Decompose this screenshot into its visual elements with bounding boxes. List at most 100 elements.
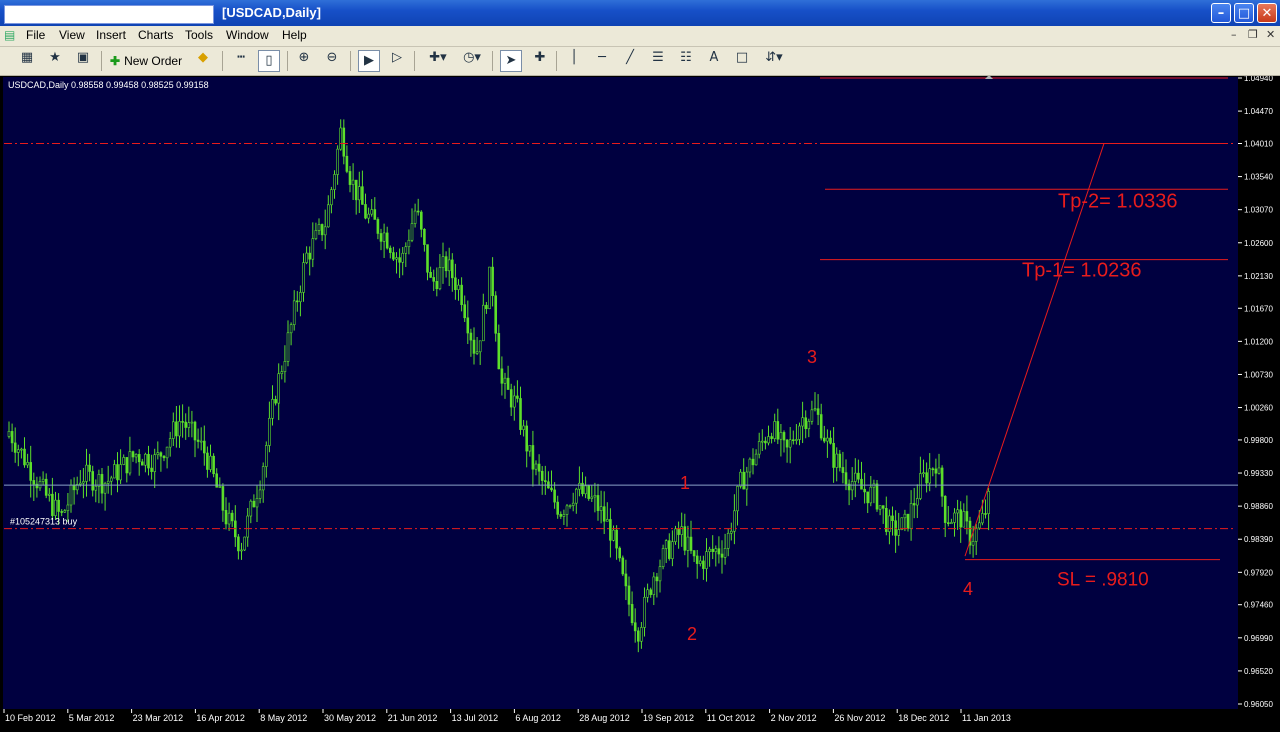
candle-body	[624, 573, 628, 587]
candle-body	[891, 515, 894, 522]
candle-body	[578, 482, 581, 490]
mdi-close-button[interactable]: ✕	[1266, 28, 1275, 41]
autoscroll-icon[interactable]: ▶	[358, 50, 380, 72]
fibonacci-icon[interactable]: ☷	[675, 50, 697, 72]
candle-body	[543, 480, 547, 483]
candle-body	[959, 509, 963, 528]
minimize-window-button[interactable]: –	[1211, 3, 1231, 23]
text-label-icon[interactable]: □	[731, 50, 753, 72]
candle-body	[745, 471, 749, 490]
candle-body	[314, 230, 318, 239]
candle-body	[178, 421, 181, 437]
trendline-icon[interactable]: ╱	[619, 50, 641, 72]
chart-area[interactable]: 0.99158#105247313 buy Tp-2= 1.0336Tp-1= …	[0, 76, 1280, 732]
vertical-line-icon[interactable]: │	[563, 50, 585, 72]
mdi-restore-button[interactable]: ❐	[1248, 28, 1258, 41]
candle-body	[13, 442, 17, 453]
mdi-minimize-button[interactable]: –	[1231, 28, 1237, 41]
candle-body	[754, 453, 758, 466]
candle-body	[110, 477, 113, 482]
price-tick-label: 1.00260	[1244, 404, 1273, 413]
candle-body	[953, 512, 956, 523]
candle-body	[79, 482, 82, 485]
candle-body	[683, 526, 687, 551]
candle-body	[946, 522, 950, 525]
candlestick-chart-icon[interactable]: ▯	[258, 50, 280, 72]
market-watch-icon[interactable]: ▣	[72, 50, 94, 72]
periods-icon[interactable]: ◷▾	[458, 50, 486, 72]
candle-body	[361, 186, 364, 205]
time-tick-label: 11 Oct 2012	[707, 713, 755, 723]
candle-body	[240, 549, 243, 552]
time-tick-label: 10 Feb 2012	[5, 713, 56, 723]
new-order-button[interactable]: ✚ New Order	[110, 50, 182, 72]
arrows-icon[interactable]: ⇵▾	[760, 50, 788, 72]
toolbar-separator	[414, 51, 415, 71]
menu-tools[interactable]: Tools	[185, 28, 213, 42]
candle-body	[717, 548, 721, 555]
candle-body	[835, 453, 839, 468]
candle-body	[308, 252, 312, 260]
bar-chart-icon[interactable]: ┅	[230, 50, 252, 72]
tp1-label: Tp-1= 1.0236	[1022, 260, 1142, 282]
horizontal-line-icon[interactable]: ─	[591, 50, 613, 72]
text-icon[interactable]: A	[703, 50, 725, 72]
chart-shift-icon[interactable]: ▷	[386, 50, 408, 72]
price-chart[interactable]: 0.99158#105247313 buy Tp-2= 1.0336Tp-1= …	[0, 76, 1280, 732]
zoom-out-icon[interactable]: ⊖	[321, 50, 343, 72]
close-window-button[interactable]: ✕	[1257, 3, 1277, 23]
candle-body	[804, 417, 808, 430]
candle-body	[698, 560, 702, 564]
candle-body	[7, 431, 11, 437]
candle-body	[519, 398, 522, 430]
crosshair-icon[interactable]: ✚	[529, 50, 551, 72]
candle-body	[274, 399, 277, 404]
candle-body	[97, 474, 101, 487]
maximize-window-button[interactable]: □	[1234, 3, 1254, 23]
profiles-icon[interactable]: ★	[44, 50, 66, 72]
candle-body	[748, 458, 752, 473]
menu-help[interactable]: Help	[282, 28, 307, 42]
candle-body	[305, 252, 308, 263]
zoom-in-icon[interactable]: ⊕	[293, 50, 315, 72]
candle-body	[816, 408, 820, 415]
candle-body	[884, 508, 888, 532]
chart-window-icon[interactable]: ▤	[4, 28, 15, 42]
candle-body	[795, 439, 798, 441]
candle-body	[311, 238, 315, 260]
candle-body	[339, 127, 343, 150]
candle-body	[677, 528, 680, 535]
candle-body	[534, 463, 538, 470]
candle-body	[51, 493, 54, 516]
candle-body	[326, 204, 330, 228]
candle-body	[398, 257, 401, 263]
candle-body	[915, 498, 919, 506]
menu-insert[interactable]: Insert	[96, 28, 126, 42]
candle-body	[708, 548, 711, 552]
menu-window[interactable]: Window	[226, 28, 269, 42]
indicators-icon[interactable]: ✚▾	[424, 50, 452, 72]
equidistant-channel-icon[interactable]: ☰	[647, 50, 669, 72]
menu-charts[interactable]: Charts	[138, 28, 173, 42]
candle-body	[512, 395, 516, 408]
expert-advisors-icon[interactable]: ◆	[192, 50, 214, 72]
candle-body	[382, 232, 386, 242]
candle-body	[934, 468, 938, 474]
candle-body	[767, 436, 770, 444]
new-chart-icon[interactable]: ▦	[16, 50, 38, 72]
menu-view[interactable]: View	[59, 28, 85, 42]
candle-body	[643, 596, 646, 628]
menu-file[interactable]: File	[26, 28, 45, 42]
candle-body	[562, 514, 566, 517]
candle-body	[940, 467, 944, 497]
wave-label-4: 4	[963, 579, 973, 599]
candle-body	[23, 448, 26, 466]
candle-body	[168, 438, 172, 448]
candle-body	[100, 474, 104, 494]
time-tick-label: 13 Jul 2012	[452, 713, 499, 723]
candle-body	[212, 455, 215, 475]
candle-body	[680, 526, 684, 535]
candle-body	[602, 506, 606, 522]
candle-body	[652, 576, 656, 595]
cursor-icon[interactable]: ➤	[500, 50, 522, 72]
